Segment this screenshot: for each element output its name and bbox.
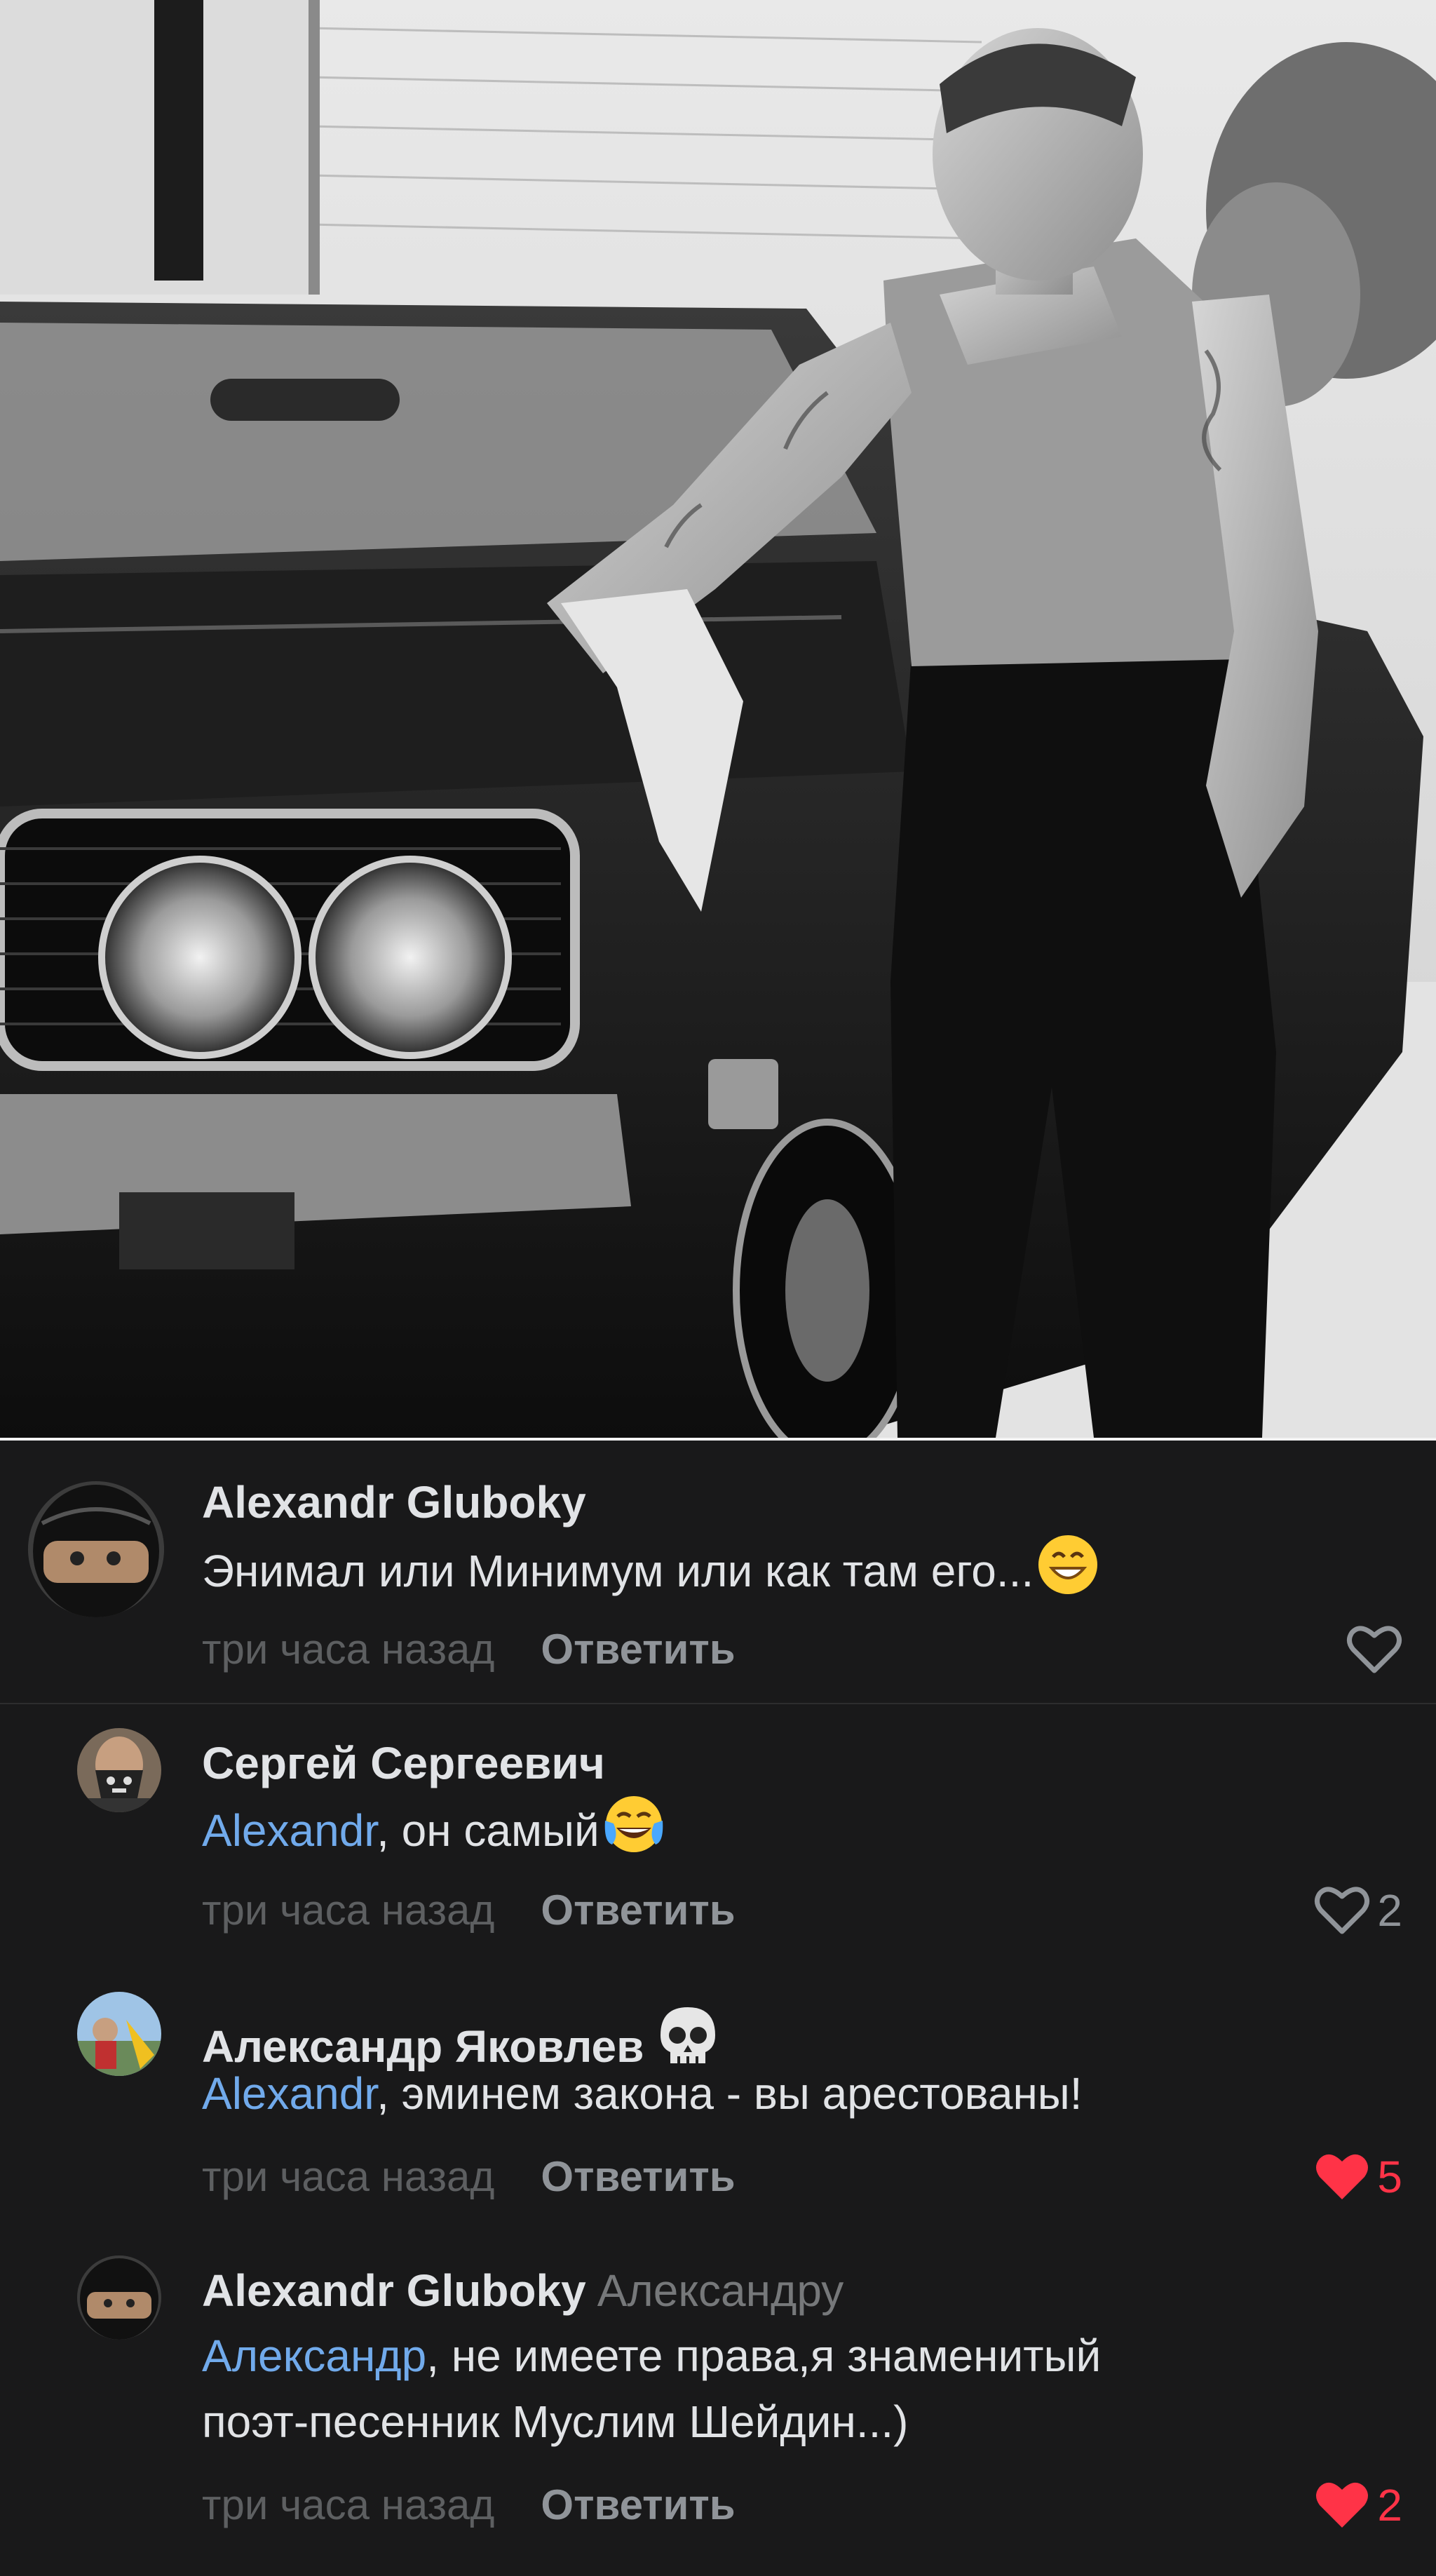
comment-meta: три часа назад Ответить <box>202 2156 736 2198</box>
reply-button[interactable]: Ответить <box>541 2153 735 2200</box>
avatar-outdoor-photo-icon <box>77 1992 161 2076</box>
avatar-masked-man-icon <box>77 1728 161 1812</box>
comment-text: Alexandr, он самый <box>202 1793 665 1875</box>
comment-time: три часа назад <box>202 1626 495 1673</box>
heart-outline-icon <box>1315 1887 1370 1934</box>
like-count: 2 <box>1377 1885 1402 1936</box>
comment-text-line2: поэт-песенник Муслим Шейдин...) <box>202 2396 909 2447</box>
comment-time: три часа назад <box>202 1887 495 1934</box>
avatar-helmet-icon <box>77 2255 161 2340</box>
avatar-helmet-icon <box>28 1481 164 1617</box>
avatar[interactable] <box>28 1481 164 1617</box>
reply-button[interactable]: Ответить <box>541 2481 735 2528</box>
comment-meta: три часа назад Ответить <box>202 1889 736 1931</box>
comment-item: Alexandr Gluboky Энимал или Минимум или … <box>0 1441 1436 1703</box>
comment-text: Александр, не имеете права,я знаменитый <box>202 2331 1102 2381</box>
reply-button[interactable]: Ответить <box>541 1626 735 1673</box>
comment-meta: три часа назад Ответить <box>202 1628 736 1671</box>
like-button[interactable]: 5 <box>1314 2152 1402 2202</box>
grinning-face-icon <box>1036 1533 1099 1615</box>
comment-author[interactable]: Alexandr Gluboky Александру <box>202 2268 844 2313</box>
avatar[interactable] <box>77 1992 161 2076</box>
mention-link[interactable]: Alexandr <box>202 2068 377 2119</box>
comment-reply-item: Александр Яковлев Alexandr, эминем закон… <box>0 1971 1436 2237</box>
comment-reply-item: Alexandr Gluboky Александру Александр, не… <box>0 2237 1436 2576</box>
mention-link[interactable]: Alexandr <box>202 1805 377 1856</box>
avatar[interactable] <box>77 2255 161 2340</box>
reply-button[interactable]: Ответить <box>541 1887 735 1934</box>
like-count: 5 <box>1377 2152 1402 2202</box>
like-count: 2 <box>1377 2480 1402 2530</box>
reply-to-label[interactable]: Александру <box>597 2265 844 2316</box>
heart-filled-icon <box>1316 2154 1369 2199</box>
comment-time: три часа назад <box>202 2153 495 2200</box>
comment-meta: три часа назад Ответить <box>202 2484 736 2526</box>
comment-author[interactable]: Alexandr Gluboky <box>202 1480 586 1525</box>
comment-text: Энимал или Минимум или как там его... <box>202 1533 1099 1615</box>
like-button[interactable] <box>1346 1624 1402 1675</box>
comment-author[interactable]: Сергей Сергеевич <box>202 1741 605 1786</box>
post-photo[interactable] <box>0 0 1436 1438</box>
comments-screen: Alexandr Gluboky Энимал или Минимум или … <box>0 0 1436 2576</box>
comment-text: Alexandr, эминем закона - вы арестованы! <box>202 2068 1083 2119</box>
photo-illustration <box>0 0 1436 1438</box>
comment-reply-item: Сергей Сергеевич Alexandr, он самый три … <box>0 1704 1436 1971</box>
like-button[interactable]: 2 <box>1314 1885 1402 1936</box>
avatar[interactable] <box>77 1728 161 1812</box>
heart-filled-icon <box>1316 2482 1369 2528</box>
heart-outline-icon <box>1347 1626 1402 1673</box>
like-button[interactable]: 2 <box>1314 2480 1402 2530</box>
tears-of-joy-face-icon <box>602 1793 665 1875</box>
mention-link[interactable]: Александр <box>202 2331 426 2381</box>
comment-time: три часа назад <box>202 2481 495 2528</box>
